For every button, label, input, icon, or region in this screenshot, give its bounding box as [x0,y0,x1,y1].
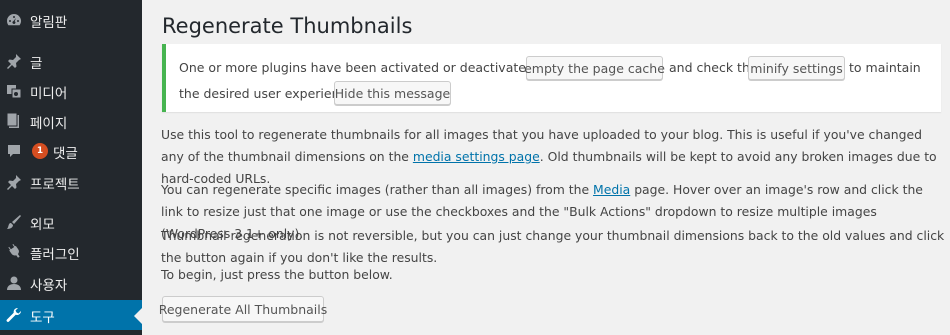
main-content: Regenerate Thumbnails One or more plugin… [142,0,950,335]
dashboard-icon [7,14,21,26]
sidebar-item-label: 사용자 [30,278,68,294]
notice-text: the desired user experience. [179,86,359,101]
sidebar-item-plugins[interactable]: 플러그인 [0,237,142,267]
empty-cache-button[interactable]: empty the page cache [524,56,665,80]
media-icon [7,85,22,99]
regenerate-all-button[interactable]: Regenerate All Thumbnails [159,296,327,322]
hide-message-button[interactable]: Hide this message [334,81,451,105]
notice-text: and check the [669,60,758,75]
warning-paragraph: Thumbnail regeneration is not reversible… [161,228,945,265]
sidebar-item-posts[interactable]: 글 [0,46,142,76]
sidebar-item-projects[interactable]: 프로젝트 [0,167,142,197]
comment-icon [8,145,20,157]
brush-icon [7,215,21,229]
sidebar-item-pages[interactable]: 페이지 [0,106,142,136]
sidebar-item-label: 알림판 [30,15,68,31]
sidebar-item-comments[interactable]: 1 댓글 [0,136,142,166]
sidebar-item-users[interactable]: 사용자 [0,268,142,298]
comment-count-badge: 1 [32,143,48,159]
sidebar-item-dashboard[interactable]: 알림판 [0,5,142,35]
sidebar-item-label: 글 [30,56,43,72]
page-title: Regenerate Thumbnails [162,14,413,38]
begin-paragraph: To begin, just press the button below. [161,267,393,282]
plugin-notice: One or more plugins have been activated … [162,44,941,112]
admin-sidebar: 알림판 글 미디어 페이지 1 댓글 프로젝트 외모 플러그인 사용자 도구 [0,0,142,335]
sidebar-item-label: 프로젝트 [30,177,80,193]
plug-icon [8,244,20,258]
sidebar-item-label: 외모 [30,217,55,233]
sidebar-item-tools[interactable]: 도구 [0,300,142,330]
sidebar-item-appearance[interactable]: 외모 [0,207,142,237]
notice-text: to maintain [849,60,921,75]
pin-icon [7,175,21,190]
sidebar-item-label: 댓글 [53,146,78,162]
media-link[interactable]: Media [593,182,630,197]
sidebar-item-label: 도구 [30,310,55,326]
specific-text: You can regenerate specific images (rath… [161,182,594,197]
sidebar-item-label: 미디어 [30,86,68,102]
sidebar-item-label: 페이지 [30,116,68,132]
minify-settings-button[interactable]: minify settings [748,56,845,80]
sidebar-item-label: 플러그인 [30,247,80,263]
sidebar-item-media[interactable]: 미디어 [0,76,142,106]
user-icon [7,276,21,290]
notice-text: One or more plugins have been activated … [179,60,583,75]
wrench-icon [6,307,22,322]
pin-icon [7,54,21,69]
media-settings-link[interactable]: media settings page [413,149,540,164]
page-icon [6,113,19,128]
